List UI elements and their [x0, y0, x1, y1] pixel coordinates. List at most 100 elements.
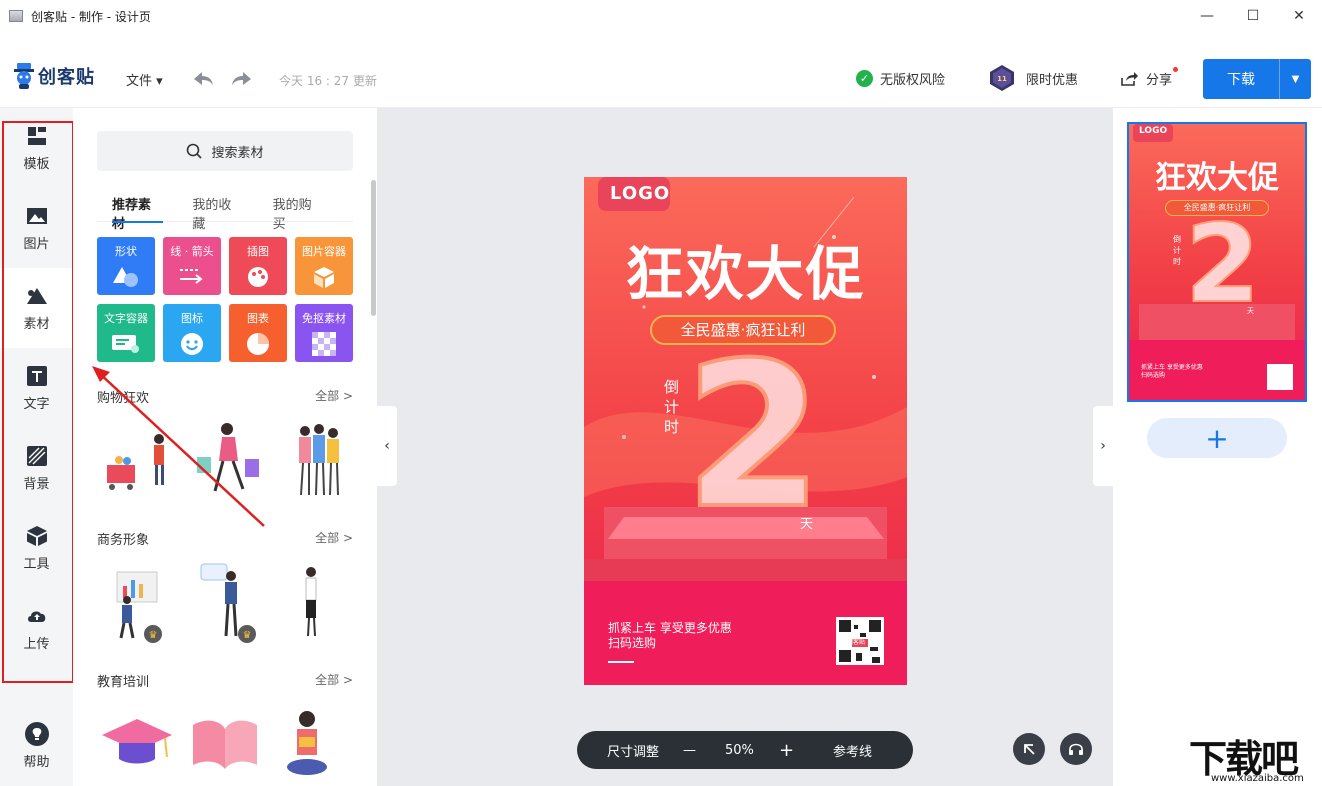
thumb-unit: 天 [1247, 307, 1254, 315]
brand-logo[interactable]: 创客贴 [12, 62, 95, 90]
sidebar-item-image[interactable]: 图片 [0, 188, 73, 268]
tile-image-container[interactable]: 图片容器 [295, 237, 353, 295]
add-page-button[interactable]: + [1147, 418, 1287, 458]
share-button[interactable]: 分享 [1120, 67, 1179, 88]
tile-chart[interactable]: 图表 [229, 304, 287, 362]
zoom-in-button[interactable]: + [779, 740, 794, 761]
mascot-icon [14, 63, 34, 89]
promo-link[interactable]: 11 限时优惠 [988, 64, 1078, 92]
download-dropdown-icon[interactable]: ▼ [1279, 59, 1311, 99]
sidebar-item-text[interactable]: 文字 [0, 348, 73, 428]
material-icon [26, 287, 47, 304]
tile-cutout[interactable]: 免抠素材 [295, 304, 353, 362]
copyright-label: 无版权风险 [880, 73, 946, 88]
pie-chart-icon [247, 333, 269, 355]
headset-icon [1069, 743, 1083, 755]
expand-pages-button[interactable]: › [1093, 406, 1113, 486]
zoom-out-button[interactable]: — [683, 743, 696, 758]
sidebar-item-template[interactable]: 模板 [0, 108, 73, 188]
poster-footer-line2: 扫码选购 [608, 636, 657, 650]
tab-recommended[interactable]: 推荐素材 [112, 194, 164, 232]
help-icon [24, 722, 49, 746]
tile-label: 图表 [247, 312, 269, 325]
search-icon [187, 143, 203, 159]
section-title: 购物狂欢 [97, 391, 150, 406]
tile-label: 免抠素材 [302, 312, 346, 325]
minimize-button[interactable]: — [1184, 0, 1230, 32]
maximize-button[interactable]: ☐ [1230, 0, 1276, 32]
page-thumbnail[interactable]: LOGO 狂欢大促 全民盛惠·疯狂让利 倒 计 时 2 天 抓紧上车 享受更多优… [1127, 122, 1307, 402]
sidebar-item-material[interactable]: 素材 [0, 268, 73, 348]
tab-favorites[interactable]: 我的收藏 [192, 194, 243, 232]
brand-name: 创客贴 [38, 67, 95, 88]
double11-badge-icon: 11 [990, 65, 1014, 91]
panel-scrollbar[interactable] [371, 180, 376, 316]
search-input[interactable]: 搜索素材 [97, 131, 353, 171]
collapse-panel-button[interactable]: ‹ [377, 406, 397, 486]
tile-illustration[interactable]: 插图 [229, 237, 287, 295]
support-button[interactable] [1060, 733, 1092, 765]
see-all-link[interactable]: 全部 > [315, 529, 353, 547]
tools-icon [26, 525, 47, 546]
running-shopper-illustration[interactable] [197, 423, 259, 492]
sidebar-item-upload[interactable]: 上传 [0, 588, 73, 668]
zoom-toolbar: 尺寸调整 — 50% + 参考线 [577, 731, 913, 769]
presentation-illustration[interactable]: ♛ [116, 571, 162, 643]
tile-label: 图片容器 [302, 245, 346, 258]
share-label: 分享 [1146, 73, 1173, 88]
notification-dot [1173, 67, 1179, 72]
shopping-illustrations [107, 423, 339, 496]
tile-icon[interactable]: 图标 [163, 304, 221, 362]
reading-student-illustration[interactable] [287, 711, 327, 775]
arrow-up-left-icon [1024, 744, 1035, 755]
tab-purchased[interactable]: 我的购买 [273, 194, 324, 232]
poster-headline: 狂欢大促 [625, 240, 866, 308]
box-icon [314, 267, 334, 288]
tile-text-container[interactable]: 文字容器 [97, 304, 155, 362]
top-toolbar: 创客贴 文件 ▾ 今天 16 : 27 更新 ✓ 无版权风险 11 限时优惠 分… [0, 32, 1322, 108]
thumb-headline: 狂欢大促 [1155, 160, 1279, 196]
sidebar-item-label: 文字 [23, 396, 50, 412]
sidebar-item-label: 背景 [23, 476, 50, 492]
graduation-cap-illustration[interactable] [102, 719, 172, 764]
section-header: 教育培训 全部 > [97, 671, 353, 690]
background-icon [26, 445, 47, 466]
redo-icon[interactable] [230, 68, 254, 90]
back-to-top-button[interactable] [1013, 733, 1045, 765]
undo-icon[interactable] [191, 68, 215, 90]
smiley-icon [181, 333, 203, 355]
sidebar-item-background[interactable]: 背景 [0, 428, 73, 508]
sidebar-item-label: 工具 [23, 556, 50, 572]
section-header: 购物狂欢 全部 > [97, 387, 353, 406]
copyright-status[interactable]: ✓ 无版权风险 [856, 69, 945, 88]
open-book-illustration[interactable] [193, 720, 257, 769]
speech-bubble-illustration[interactable]: ♛ [200, 563, 256, 643]
close-button[interactable]: ✕ [1276, 0, 1322, 32]
svg-text:♛: ♛ [243, 630, 252, 641]
share-icon [1121, 71, 1138, 86]
arrow-icon [180, 269, 203, 284]
watermark-url: www.xiazaiba.com [1211, 773, 1304, 784]
help-button[interactable]: 帮助 [0, 722, 73, 770]
sidebar-item-tools[interactable]: 工具 [0, 508, 73, 588]
category-tiles: 形状 线 · 箭头 插图 图片容器 文字容器 图标 图表 免抠素材 [97, 237, 355, 362]
left-sidebar: 模板 图片 素材 文字 背景 工具 上传 [0, 108, 73, 786]
resize-button[interactable]: 尺寸调整 [607, 741, 659, 760]
guides-button[interactable]: 参考线 [833, 741, 872, 760]
group-shoppers-illustration[interactable] [299, 424, 339, 496]
poster-countdown-label: 倒 计 时 [664, 378, 680, 436]
title-bar: 创客贴 - 制作 - 设计页 — ☐ ✕ [0, 0, 1322, 32]
see-all-link[interactable]: 全部 > [315, 387, 353, 405]
tile-shape[interactable]: 形状 [97, 237, 155, 295]
shopping-cart-illustration[interactable] [107, 434, 164, 490]
download-button[interactable]: 下载 ▼ [1203, 59, 1311, 99]
tile-line-arrow[interactable]: 线 · 箭头 [163, 237, 221, 295]
see-all-link[interactable]: 全部 > [315, 671, 353, 689]
business-woman-illustration[interactable] [305, 567, 317, 637]
download-label[interactable]: 下载 [1203, 59, 1279, 99]
education-illustrations [102, 711, 327, 775]
poster-design[interactable]: LOGO 狂欢大促 全民盛惠·疯狂让利 倒 计 时 2 天 抓紧上车 享受更多优… [584, 177, 907, 685]
window-title: 创客贴 - 制作 - 设计页 [31, 9, 151, 24]
app-icon [9, 10, 23, 22]
file-menu[interactable]: 文件 ▾ [126, 70, 163, 89]
